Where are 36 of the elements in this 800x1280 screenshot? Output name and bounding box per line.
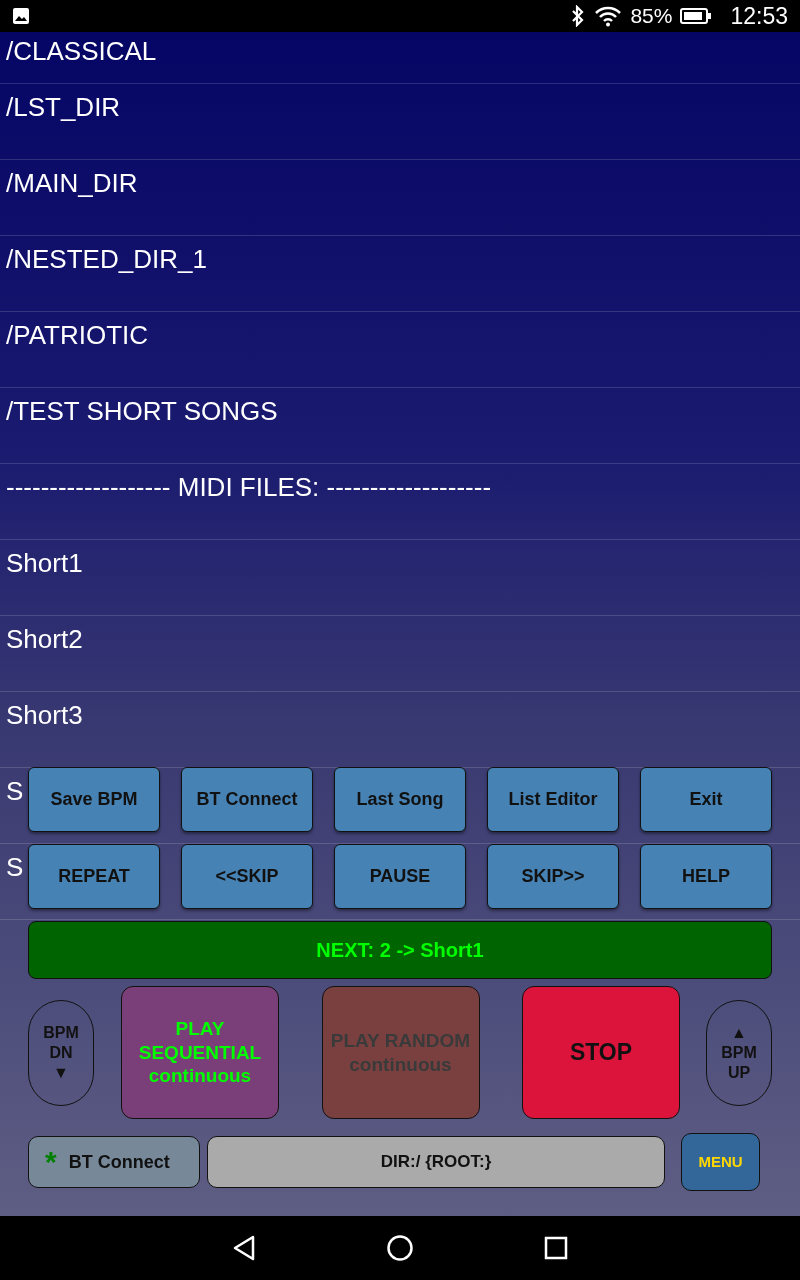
list-item[interactable]: /CLASSICAL: [6, 36, 157, 66]
stop-button[interactable]: STOP: [522, 986, 680, 1119]
control-button[interactable]: PAUSE: [334, 844, 466, 909]
list-item[interactable]: S: [6, 776, 24, 806]
list-item[interactable]: Short2: [6, 624, 83, 654]
control-button[interactable]: <<SKIP: [181, 844, 313, 909]
control-button[interactable]: Exit: [640, 767, 772, 832]
bt-connect-button[interactable]: * BT Connect: [28, 1136, 200, 1188]
battery-icon: [680, 7, 713, 25]
control-button[interactable]: HELP: [640, 844, 772, 909]
list-item[interactable]: Short1: [6, 548, 83, 578]
list-item[interactable]: /LST_DIR: [6, 92, 121, 122]
picture-icon: [12, 7, 30, 25]
list-item[interactable]: /PATRIOTIC: [6, 320, 149, 350]
home-icon[interactable]: [386, 1234, 414, 1262]
list-item[interactable]: S: [6, 852, 24, 882]
list-item[interactable]: /MAIN_DIR: [6, 168, 138, 198]
recents-icon[interactable]: [544, 1236, 568, 1260]
clock-time: 12:53: [730, 1, 788, 31]
control-button[interactable]: Save BPM: [28, 767, 160, 832]
list-item[interactable]: Short3: [6, 700, 83, 730]
list-item[interactable]: ------------------- MIDI FILES: -------------------: [6, 472, 492, 502]
control-button[interactable]: BT Connect: [181, 767, 313, 832]
control-button[interactable]: SKIP>>: [487, 844, 619, 909]
list-item[interactable]: /TEST SHORT SONGS: [6, 396, 278, 426]
control-button[interactable]: REPEAT: [28, 844, 160, 909]
control-button[interactable]: Last Song: [334, 767, 466, 832]
play-button[interactable]: PLAY SEQUENTIAL continuous: [121, 986, 279, 1119]
battery-percent: 85%: [630, 3, 673, 30]
back-icon[interactable]: [232, 1235, 256, 1261]
menu-button[interactable]: MENU: [681, 1133, 760, 1191]
wifi-icon: [594, 5, 623, 27]
list-item[interactable]: /NESTED_DIR_1: [6, 244, 207, 274]
next-song-bar: NEXT: 2 -> Short1: [28, 921, 772, 979]
control-button[interactable]: List Editor: [487, 767, 619, 832]
directory-button[interactable]: DIR:/ {ROOT:}: [207, 1136, 665, 1188]
